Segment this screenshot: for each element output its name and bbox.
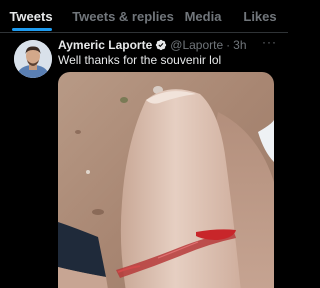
active-tab-indicator bbox=[12, 28, 52, 31]
tab-tweets-and-replies[interactable]: Tweets & replies bbox=[72, 0, 174, 33]
profile-tabs: Tweets Tweets & replies Media Likes bbox=[0, 0, 288, 33]
tab-likes[interactable]: Likes bbox=[240, 0, 280, 33]
author-name[interactable]: Aymeric Laporte bbox=[58, 38, 152, 52]
author-handle[interactable]: @Laporte bbox=[170, 38, 223, 52]
meta-separator: · bbox=[226, 38, 231, 52]
tweet-media-image[interactable] bbox=[58, 72, 274, 288]
tweet-timestamp[interactable]: 3h bbox=[233, 38, 246, 52]
tweet-text: Well thanks for the souvenir lol bbox=[58, 53, 222, 67]
avatar-image bbox=[14, 40, 52, 78]
leg-wound-photo bbox=[58, 72, 274, 288]
tweet-header: Aymeric Laporte @Laporte · 3h bbox=[58, 37, 247, 53]
verified-badge-icon bbox=[156, 39, 167, 51]
profile-timeline: Tweets Tweets & replies Media Likes Ayme… bbox=[0, 0, 288, 288]
tabs-divider bbox=[0, 32, 288, 33]
avatar[interactable] bbox=[14, 40, 52, 78]
tab-media[interactable]: Media bbox=[180, 0, 226, 33]
more-options-icon[interactable]: ··· bbox=[262, 36, 276, 51]
